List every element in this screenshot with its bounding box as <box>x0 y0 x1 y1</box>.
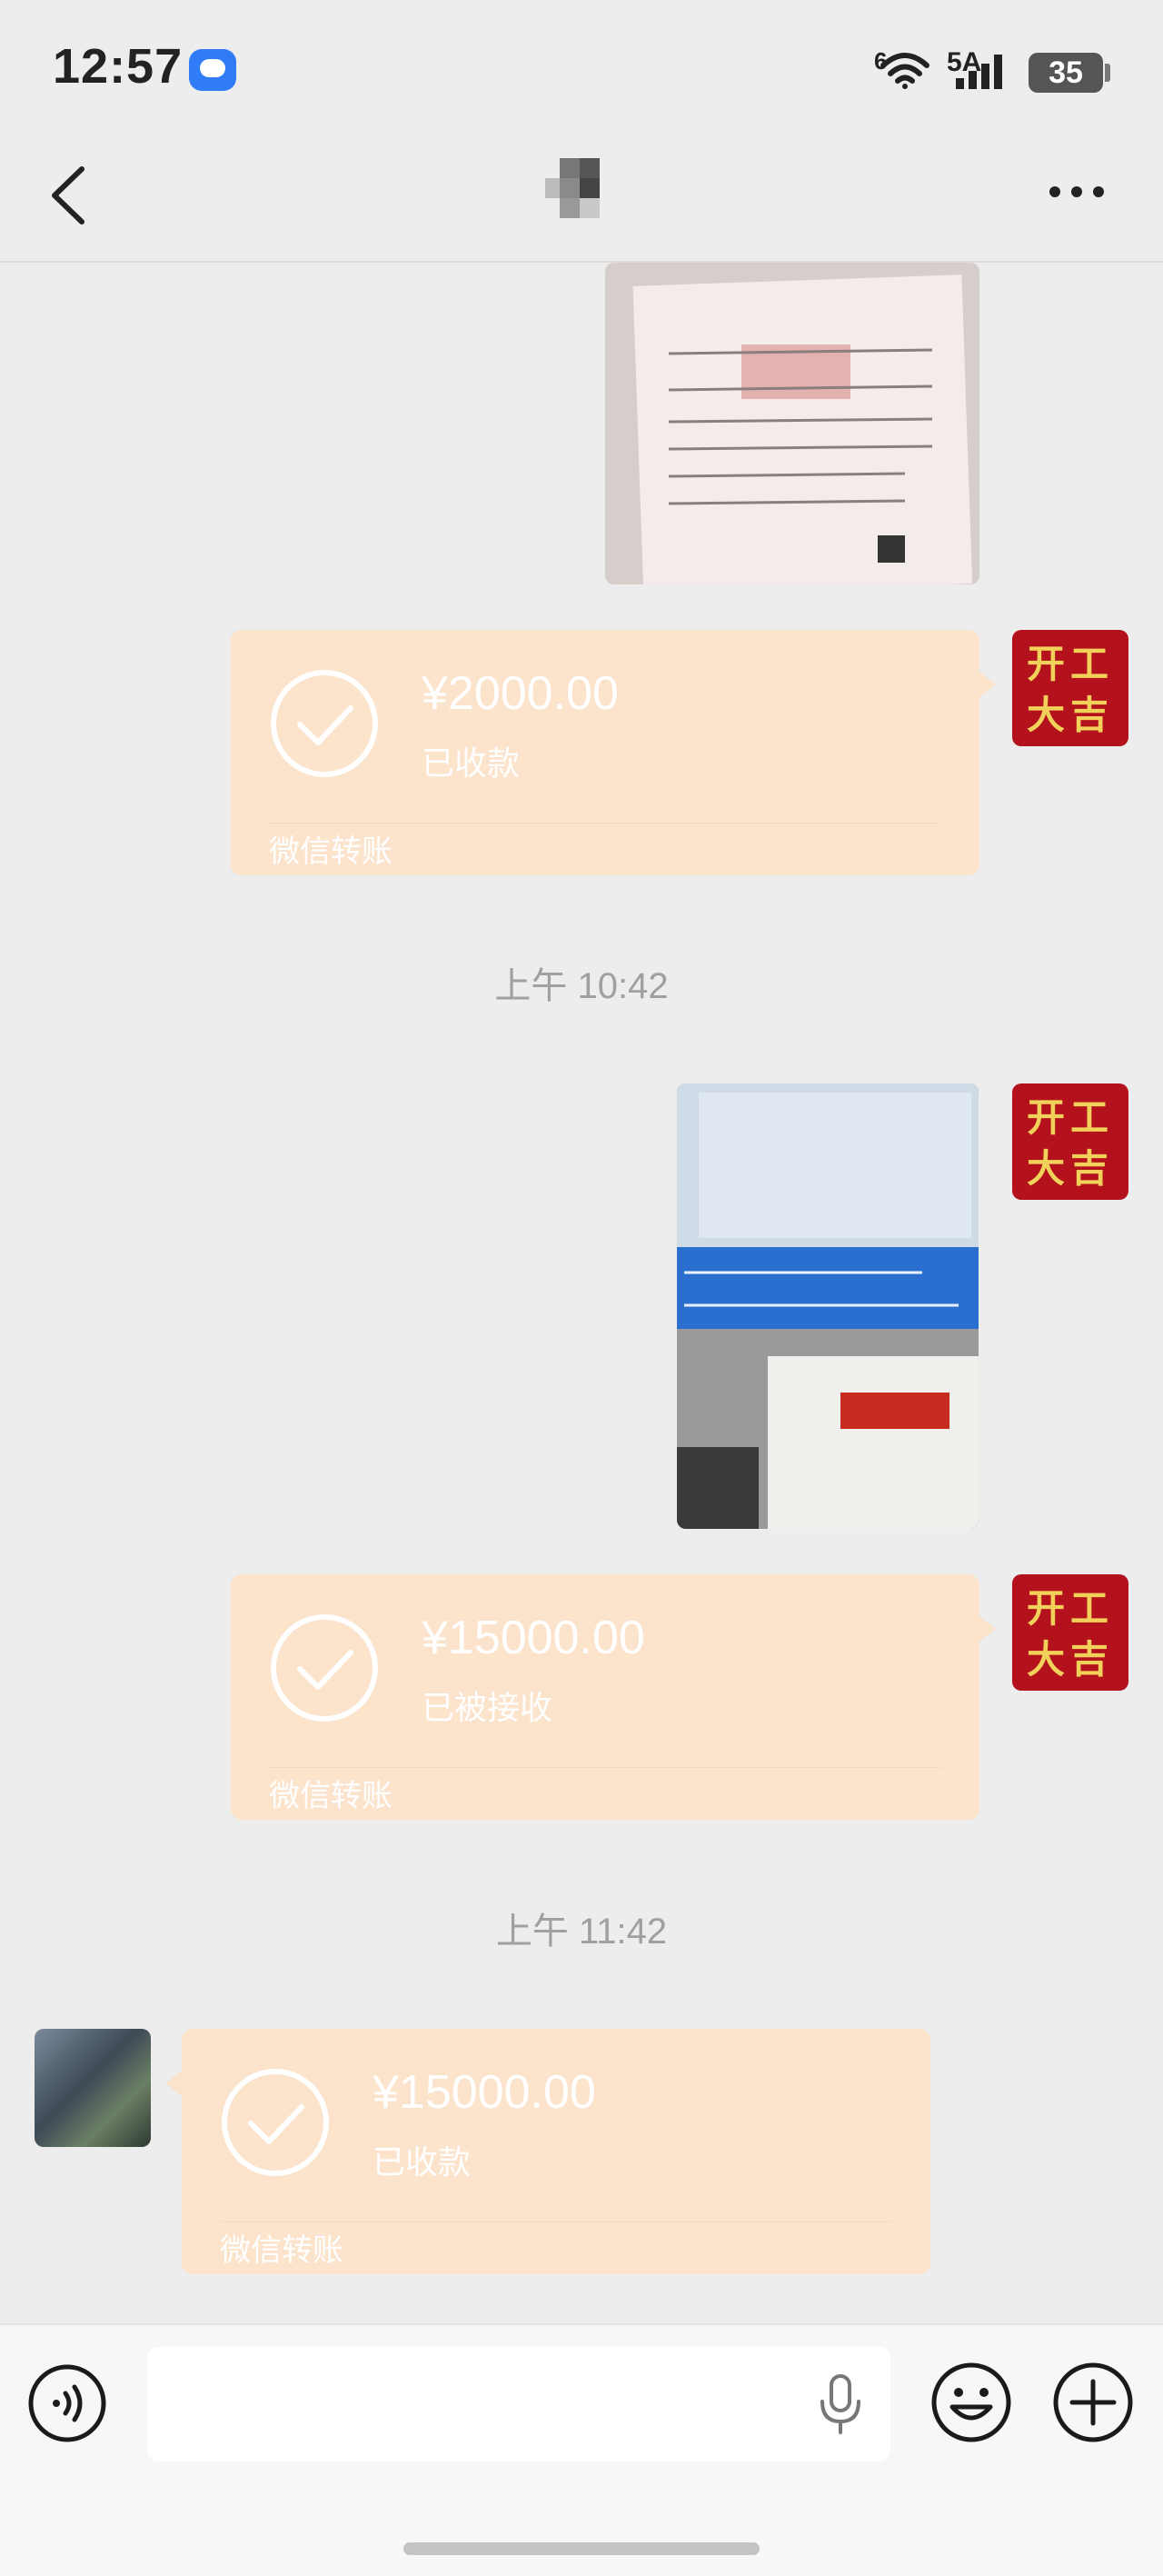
transfer-divider <box>269 1767 941 1768</box>
transfer-divider <box>269 823 941 824</box>
check-circle-icon <box>222 2069 329 2176</box>
transfer-amount: ¥15000.00 <box>422 1612 645 1664</box>
transfer-card[interactable]: ¥15000.00 已被接收 微信转账 <box>231 1574 996 1820</box>
transfer-status: 已收款 <box>373 2143 472 2181</box>
home-indicator[interactable] <box>403 2542 760 2555</box>
check-circle-icon <box>271 1614 378 1722</box>
wifi-generation-label: 6 <box>874 47 888 75</box>
my-avatar[interactable]: 开工 大吉 <box>1012 1083 1128 1200</box>
signal-icon <box>956 55 1002 89</box>
check-circle-icon <box>271 670 378 777</box>
header-divider <box>0 261 1163 263</box>
transfer-status: 已被接收 <box>422 1689 553 1726</box>
transfer-amount: ¥15000.00 <box>373 2066 596 2119</box>
mic-icon[interactable] <box>816 2374 865 2436</box>
message-notification-icon <box>189 49 236 91</box>
chat-timestamp: 上午 10:42 <box>494 966 669 1006</box>
voice-toggle-icon[interactable] <box>27 2363 107 2443</box>
plus-icon[interactable] <box>1052 2361 1134 2443</box>
chat-image-terminal-screen[interactable] <box>677 1083 979 1529</box>
transfer-brand-label: 微信转账 <box>220 2233 343 2268</box>
emoji-icon[interactable] <box>930 2361 1012 2443</box>
my-avatar[interactable]: 开工 大吉 <box>1012 630 1128 746</box>
transfer-status: 已收款 <box>422 744 521 782</box>
contact-avatar[interactable] <box>35 2029 151 2147</box>
message-input[interactable] <box>147 2347 890 2461</box>
transfer-brand-label: 微信转账 <box>269 1779 393 1813</box>
more-options-icon[interactable] <box>1047 180 1107 204</box>
status-time: 12:57 <box>53 39 184 94</box>
transfer-card[interactable]: ¥15000.00 已收款 微信转账 <box>165 2029 930 2274</box>
transfer-amount: ¥2000.00 <box>422 667 619 720</box>
transfer-brand-label: 微信转账 <box>269 834 393 869</box>
contact-title-avatar[interactable] <box>545 158 601 220</box>
transfer-card[interactable]: ¥2000.00 已收款 微信转账 <box>231 630 996 875</box>
my-avatar[interactable]: 开工 大吉 <box>1012 1574 1128 1691</box>
chat-timestamp: 上午 11:42 <box>495 1912 668 1952</box>
battery-tip <box>1105 64 1110 82</box>
back-chevron-icon[interactable] <box>44 164 94 227</box>
battery-indicator: 35 <box>1029 53 1103 93</box>
chat-image-lottery-ticket[interactable] <box>605 263 979 584</box>
